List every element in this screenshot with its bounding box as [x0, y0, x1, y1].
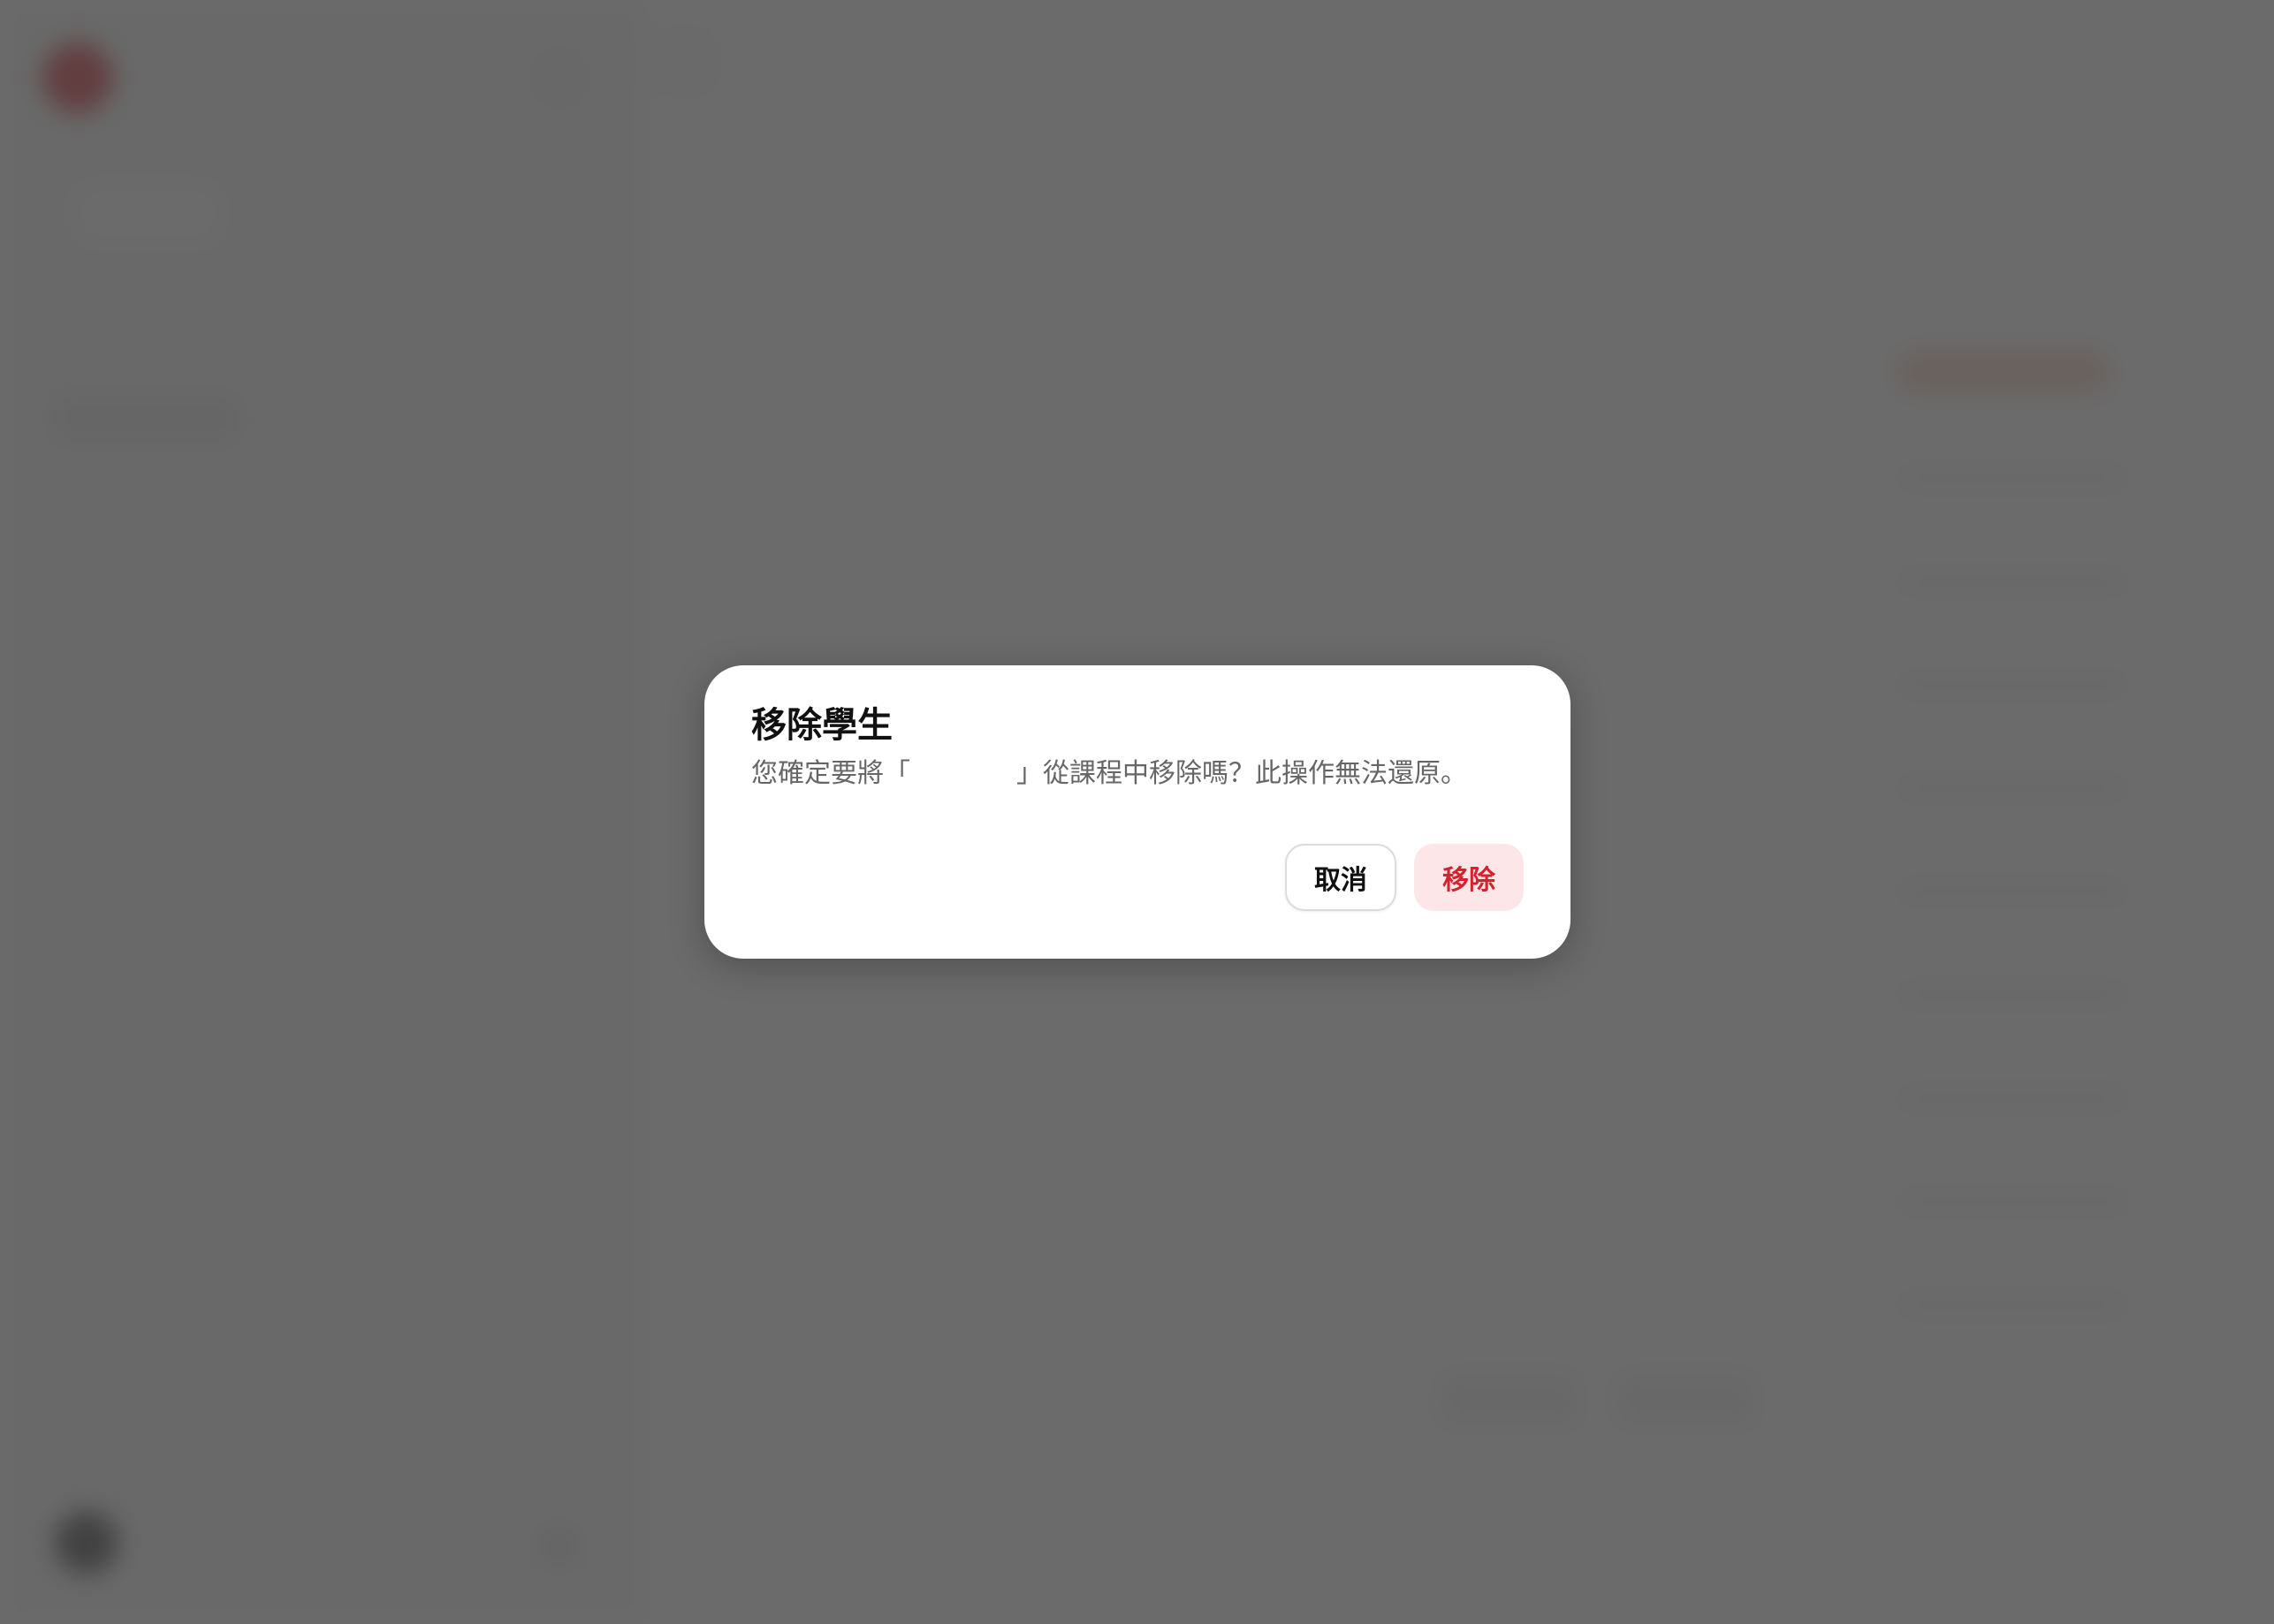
remove-student-dialog: 移除學生 您確定要將「 」從課程中移除嗎？此操作無法還原。 取消 移除	[704, 665, 1571, 959]
dialog-description: 您確定要將「 」從課程中移除嗎？此操作無法還原。	[751, 758, 1467, 789]
dialog-actions: 取消 移除	[1285, 844, 1524, 911]
dialog-title: 移除學生	[751, 705, 893, 746]
cancel-button[interactable]: 取消	[1285, 844, 1396, 911]
remove-button[interactable]: 移除	[1414, 844, 1524, 911]
